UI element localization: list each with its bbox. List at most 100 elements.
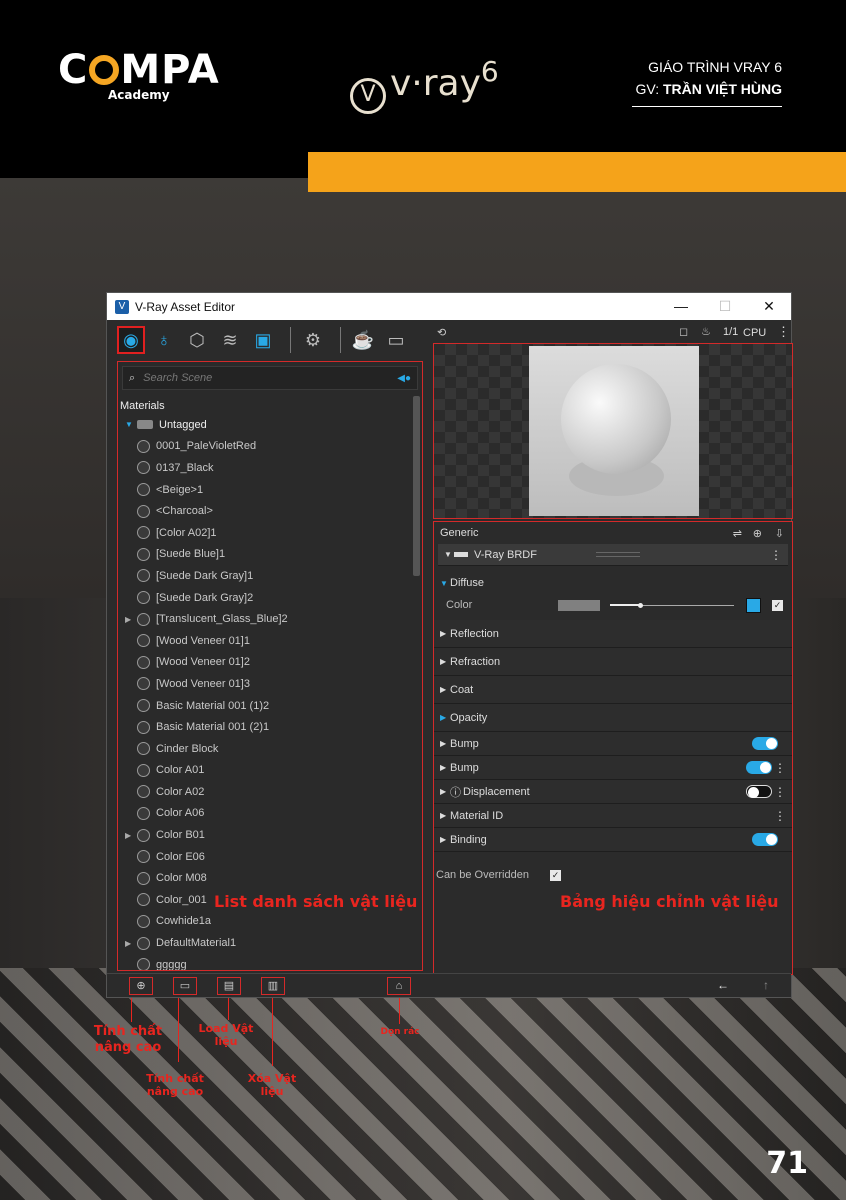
color-label: Color xyxy=(446,599,473,611)
expand-icon[interactable]: ▶ xyxy=(440,835,450,844)
material-item[interactable]: 0001_PaleVioletRed xyxy=(118,436,412,458)
teapot-icon[interactable]: ☕ xyxy=(349,326,377,354)
material-item[interactable]: Color A02 xyxy=(118,781,412,803)
section-row[interactable]: ▶ Material ID ⋮ xyxy=(434,804,792,828)
expand-icon[interactable]: ▶ xyxy=(440,657,450,666)
teapot-preview-icon[interactable]: ♨ xyxy=(701,325,711,338)
material-item[interactable]: Color E06 xyxy=(118,846,412,868)
section-row[interactable]: ▶ Reflection xyxy=(434,620,792,648)
material-item[interactable]: Color A01 xyxy=(118,760,412,782)
section-row[interactable]: ▶ Refraction xyxy=(434,648,792,676)
section-toggle[interactable] xyxy=(746,785,772,798)
collapse-icon[interactable]: ▼ xyxy=(440,579,450,588)
tag-filter-icon[interactable]: ◀● xyxy=(397,373,411,384)
section-toggle[interactable] xyxy=(752,737,778,750)
color-slider-handle[interactable] xyxy=(638,602,643,608)
preview-menu-icon[interactable]: ⋮ xyxy=(777,324,790,340)
expand-icon[interactable]: ▶ xyxy=(125,939,137,948)
diffuse-row[interactable]: ▼ Diffuse xyxy=(434,572,792,594)
section-menu-icon[interactable]: ⋮ xyxy=(774,809,786,823)
material-item[interactable]: Color M08 xyxy=(118,867,412,889)
expand-icon[interactable]: ▼ xyxy=(125,420,137,429)
square-icon[interactable]: ◻ xyxy=(679,325,688,338)
material-item[interactable]: [Wood Veneer 01]1 xyxy=(118,630,412,652)
section-label: Binding xyxy=(450,833,487,846)
maximize-button[interactable]: ☐ xyxy=(703,293,747,320)
material-name: Color_001 xyxy=(156,893,207,906)
material-name: Color M08 xyxy=(156,872,207,885)
color-swatch[interactable] xyxy=(558,599,600,611)
section-menu-icon[interactable]: ⋮ xyxy=(774,761,786,775)
section-menu-icon[interactable]: ⋮ xyxy=(774,785,786,799)
color-checkbox[interactable]: ✓ xyxy=(772,599,783,611)
settings-icon[interactable]: ⚙ xyxy=(299,326,327,354)
delete-button[interactable]: ▥ xyxy=(261,977,285,995)
material-item[interactable]: [Suede Blue]1 xyxy=(118,544,412,566)
materials-scrollbar[interactable] xyxy=(413,396,420,576)
material-item[interactable]: ggggg xyxy=(118,954,412,970)
material-item[interactable]: <Charcoal> xyxy=(118,500,412,522)
material-item[interactable]: Cowhide1a xyxy=(118,911,412,933)
section-row[interactable]: ▶ Bump ⋮ xyxy=(434,756,792,780)
import-icon[interactable]: ⇩ xyxy=(775,527,784,540)
section-row[interactable]: ▶ ⓘ Displacement ⋮ xyxy=(434,780,792,804)
save-button[interactable]: ▤ xyxy=(217,977,241,995)
material-item[interactable]: Color A06 xyxy=(118,803,412,825)
section-row[interactable]: ▶ Opacity xyxy=(434,704,792,732)
override-checkbox[interactable]: ✓ xyxy=(550,869,561,881)
section-toggle[interactable] xyxy=(752,833,778,846)
expand-icon[interactable]: ▶ xyxy=(440,685,450,694)
tag-row-untagged[interactable]: ▼ Untagged xyxy=(118,414,412,436)
materials-icon[interactable]: ◉ xyxy=(117,326,145,354)
material-item[interactable]: ▶ DefaultMaterial1 xyxy=(118,932,412,954)
close-button[interactable]: ✕ xyxy=(747,293,791,320)
material-item[interactable]: [Suede Dark Gray]2 xyxy=(118,587,412,609)
vray-app-icon: V xyxy=(115,299,129,314)
expand-icon[interactable]: ▶ xyxy=(440,763,450,772)
material-item[interactable]: [Suede Dark Gray]1 xyxy=(118,565,412,587)
frame-buffer-icon[interactable]: ▭ xyxy=(382,326,410,354)
material-item[interactable]: 0137_Black xyxy=(118,457,412,479)
expand-icon[interactable]: ▶ xyxy=(440,739,450,748)
render-device[interactable]: CPU xyxy=(743,327,766,339)
add-layer-icon[interactable]: ⊕ xyxy=(753,527,762,540)
expand-icon[interactable]: ▶ xyxy=(440,787,450,796)
render-elements-icon[interactable]: ▣ xyxy=(249,326,277,354)
up-arrow-icon[interactable]: ↑ xyxy=(763,978,769,992)
expand-icon[interactable]: ▶ xyxy=(440,713,450,722)
resolution-fraction[interactable]: 1/1 xyxy=(723,326,738,338)
course-info: GIÁO TRÌNH VRAY 6 GV: TRẦN VIỆT HÙNG xyxy=(632,56,782,107)
layers-icon[interactable]: ≋ xyxy=(216,326,244,354)
material-item[interactable]: [Color A02]1 xyxy=(118,522,412,544)
material-item[interactable]: [Wood Veneer 01]2 xyxy=(118,652,412,674)
back-arrow-icon[interactable]: ← xyxy=(717,978,729,992)
lights-icon[interactable]: ♁ xyxy=(150,326,178,354)
brdf-row[interactable]: ▼ V-Ray BRDF ⋮ xyxy=(438,544,788,566)
expand-icon[interactable]: ▶ xyxy=(440,811,450,820)
geometry-icon[interactable]: ⬡ xyxy=(183,326,211,354)
material-item[interactable]: ▶ [Translucent_Glass_Blue]2 xyxy=(118,608,412,630)
collapse-icon[interactable]: ▼ xyxy=(444,550,454,559)
brdf-menu-icon[interactable]: ⋮ xyxy=(770,548,782,562)
minimize-button[interactable]: — xyxy=(659,293,703,320)
expand-icon[interactable]: ▶ xyxy=(125,831,137,840)
open-file-button[interactable]: ▭ xyxy=(173,977,197,995)
material-item[interactable]: <Beige>1 xyxy=(118,479,412,501)
create-asset-button[interactable]: ⊕ xyxy=(129,977,153,995)
expand-icon[interactable]: ▶ xyxy=(125,615,137,624)
material-item[interactable]: ▶ Color B01 xyxy=(118,824,412,846)
material-item[interactable]: Cinder Block xyxy=(118,738,412,760)
material-item[interactable]: Basic Material 001 (1)2 xyxy=(118,695,412,717)
purge-button[interactable]: ⌂ xyxy=(387,977,411,995)
material-item[interactable]: Basic Material 001 (2)1 xyxy=(118,716,412,738)
expand-icon[interactable]: ▶ xyxy=(440,629,450,638)
section-toggle[interactable] xyxy=(746,761,772,774)
texture-map-icon[interactable] xyxy=(746,597,761,613)
material-item[interactable]: [Wood Veneer 01]3 xyxy=(118,673,412,695)
section-row[interactable]: ▶ Bump xyxy=(434,732,792,756)
adjust-icon[interactable]: ⇌ xyxy=(733,527,742,540)
link-icon[interactable]: ⟲ xyxy=(437,326,446,339)
section-row[interactable]: ▶ Coat xyxy=(434,676,792,704)
section-row[interactable]: ▶ Binding xyxy=(434,828,792,852)
search-input[interactable]: ⌕ Search Scene ◀● xyxy=(122,366,418,390)
